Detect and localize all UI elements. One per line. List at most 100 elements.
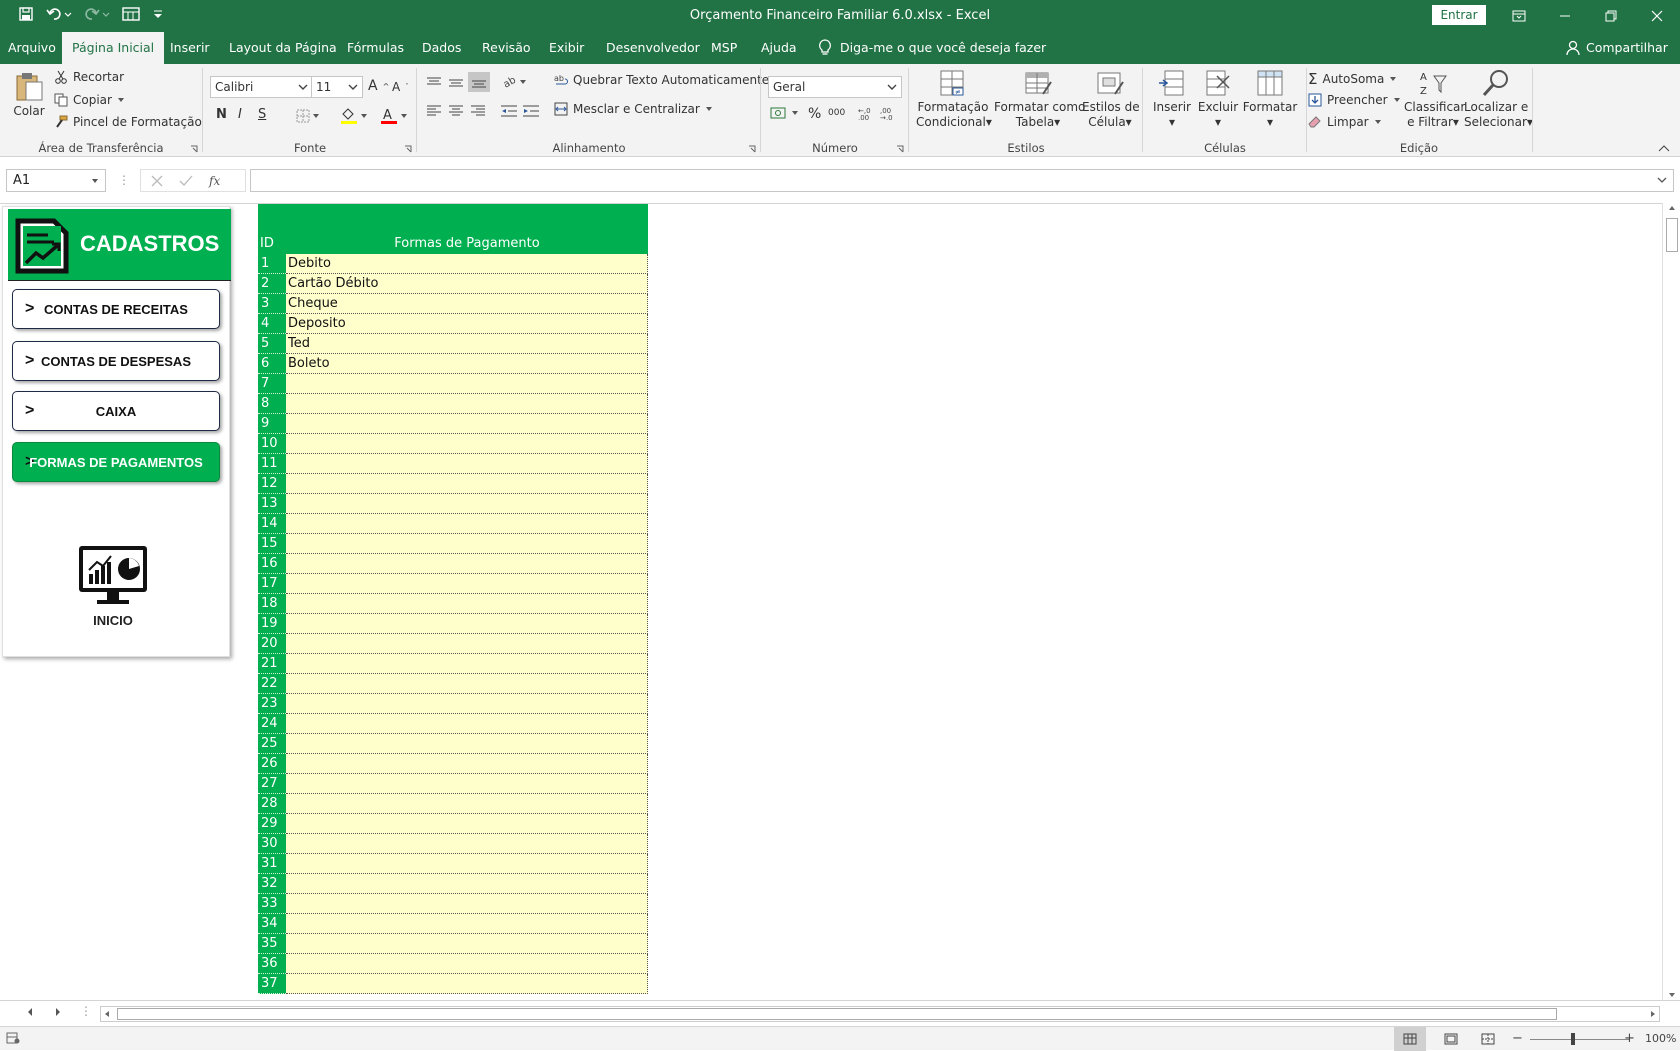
row-name-cell[interactable]	[286, 794, 648, 814]
row-name-cell[interactable]	[286, 654, 648, 674]
row-name-cell[interactable]	[286, 454, 648, 474]
tab-formulas[interactable]: Fórmulas	[339, 32, 412, 64]
zoom-slider-thumb[interactable]	[1571, 1033, 1575, 1045]
insert-function-icon[interactable]: fx	[209, 174, 220, 188]
increase-decimal-icon[interactable]: ←,0,00	[858, 106, 874, 120]
name-box[interactable]: A1	[6, 169, 106, 192]
contas-de-despesas-button[interactable]: > CONTAS DE DESPESAS	[12, 341, 220, 381]
row-id-cell[interactable]: 3	[258, 294, 286, 314]
normal-view-icon[interactable]	[1394, 1027, 1426, 1051]
collapse-ribbon-icon[interactable]	[1658, 144, 1670, 152]
row-name-cell[interactable]	[286, 574, 648, 594]
align-center-icon[interactable]	[448, 104, 464, 118]
previous-sheet-icon[interactable]	[26, 1007, 34, 1017]
cut-button[interactable]: Recortar	[54, 70, 124, 84]
row-name-cell[interactable]	[286, 754, 648, 774]
row-name-cell[interactable]	[286, 934, 648, 954]
row-id-cell[interactable]: 32	[258, 874, 286, 894]
align-middle-icon[interactable]	[448, 76, 464, 90]
contas-de-receitas-button[interactable]: > CONTAS DE RECEITAS	[12, 289, 220, 329]
row-id-cell[interactable]: 33	[258, 894, 286, 914]
row-id-cell[interactable]: 8	[258, 394, 286, 414]
row-id-cell[interactable]: 11	[258, 454, 286, 474]
tab-exibir[interactable]: Exibir	[541, 32, 592, 64]
format-cells-button[interactable]: Formatar ▾	[1242, 68, 1298, 130]
zoom-out-icon[interactable]: −	[1512, 1031, 1523, 1046]
row-name-cell[interactable]	[286, 954, 648, 974]
row-name-cell[interactable]: Deposito	[286, 314, 648, 334]
header-id[interactable]: ID	[260, 236, 274, 251]
sort-filter-button[interactable]: AZ Classificar e Filtrar▾	[1404, 68, 1465, 130]
find-select-button[interactable]: Localizar e Selecionar▾	[1464, 68, 1533, 130]
italic-button[interactable]: I	[238, 107, 242, 122]
row-id-cell[interactable]: 24	[258, 714, 286, 734]
row-name-cell[interactable]	[286, 494, 648, 514]
row-name-cell[interactable]	[286, 814, 648, 834]
worksheet[interactable]: CADASTROS > CONTAS DE RECEITAS > CONTAS …	[0, 203, 1662, 1000]
align-bottom-icon[interactable]	[468, 72, 490, 92]
row-id-cell[interactable]: 22	[258, 674, 286, 694]
row-name-cell[interactable]: Ted	[286, 334, 648, 354]
tab-dados[interactable]: Dados	[414, 32, 469, 64]
row-name-cell[interactable]	[286, 434, 648, 454]
tab-inserir[interactable]: Inserir	[162, 32, 218, 64]
align-top-icon[interactable]	[426, 76, 442, 90]
tab-arquivo[interactable]: Arquivo	[0, 32, 64, 64]
row-id-cell[interactable]: 30	[258, 834, 286, 854]
row-id-cell[interactable]: 27	[258, 774, 286, 794]
row-id-cell[interactable]: 1	[258, 254, 286, 274]
row-id-cell[interactable]: 14	[258, 514, 286, 534]
row-name-cell[interactable]	[286, 374, 648, 394]
dialog-launcher-icon[interactable]	[404, 145, 412, 153]
row-name-cell[interactable]	[286, 774, 648, 794]
row-id-cell[interactable]: 28	[258, 794, 286, 814]
row-name-cell[interactable]	[286, 394, 648, 414]
number-format-select[interactable]: Geral	[768, 76, 902, 98]
row-id-cell[interactable]: 20	[258, 634, 286, 654]
row-id-cell[interactable]: 29	[258, 814, 286, 834]
caixa-button[interactable]: > CAIXA	[12, 391, 220, 431]
row-id-cell[interactable]: 23	[258, 694, 286, 714]
font-name-select[interactable]: Calibri	[210, 76, 313, 98]
row-name-cell[interactable]	[286, 614, 648, 634]
cancel-icon[interactable]	[151, 175, 163, 187]
row-name-cell[interactable]	[286, 734, 648, 754]
row-name-cell[interactable]	[286, 474, 648, 494]
row-name-cell[interactable]	[286, 834, 648, 854]
namebox-splitter-icon[interactable]: ⋮	[118, 173, 130, 187]
inicio-label[interactable]: INICIO	[3, 613, 223, 628]
font-size-select[interactable]: 11	[311, 76, 363, 98]
vertical-scrollbar[interactable]	[1662, 203, 1680, 1000]
enter-icon[interactable]	[179, 175, 193, 187]
clear-button[interactable]: Limpar	[1308, 115, 1382, 129]
scroll-right-icon[interactable]	[1650, 1010, 1656, 1018]
row-id-cell[interactable]: 7	[258, 374, 286, 394]
chevron-down-icon[interactable]	[91, 170, 99, 191]
zoom-in-icon[interactable]: +	[1624, 1031, 1635, 1046]
merge-center-button[interactable]: Mesclar e Centralizar	[554, 102, 713, 116]
tab-desenvolvedor[interactable]: Desenvolvedor	[598, 32, 708, 64]
format-painter-button[interactable]: Pincel de Formatação	[54, 115, 202, 129]
row-id-cell[interactable]: 17	[258, 574, 286, 594]
tell-me-search[interactable]: Diga-me o que você deseja fazer	[818, 32, 1046, 64]
tab-pagina-inicial[interactable]: Página Inicial	[62, 32, 165, 64]
decrease-decimal-icon[interactable]: ,00 →,0	[880, 106, 896, 120]
row-id-cell[interactable]: 37	[258, 974, 286, 994]
row-name-cell[interactable]	[286, 634, 648, 654]
row-id-cell[interactable]: 35	[258, 934, 286, 954]
tab-msp[interactable]: MSP	[703, 32, 745, 64]
format-as-table-button[interactable]: Formatar como Tabela▾	[994, 68, 1085, 130]
zoom-level[interactable]: 100%	[1645, 1032, 1676, 1045]
row-id-cell[interactable]: 18	[258, 594, 286, 614]
wrap-text-button[interactable]: ab Quebrar Texto Automaticamente	[554, 73, 769, 87]
expand-formula-bar-icon[interactable]	[1657, 170, 1667, 191]
accounting-format-icon[interactable]	[770, 106, 800, 120]
scroll-down-icon[interactable]	[1668, 992, 1676, 998]
insert-cells-button[interactable]: Inserir ▾	[1150, 68, 1194, 130]
dialog-launcher-icon[interactable]	[748, 145, 756, 153]
shrink-font-icon[interactable]: Aˇ	[392, 80, 409, 94]
monitor-chart-icon[interactable]	[77, 544, 149, 606]
decrease-indent-icon[interactable]	[500, 104, 518, 118]
row-name-cell[interactable]	[286, 534, 648, 554]
cell-styles-button[interactable]: Estilos de Célula▾	[1082, 68, 1140, 130]
